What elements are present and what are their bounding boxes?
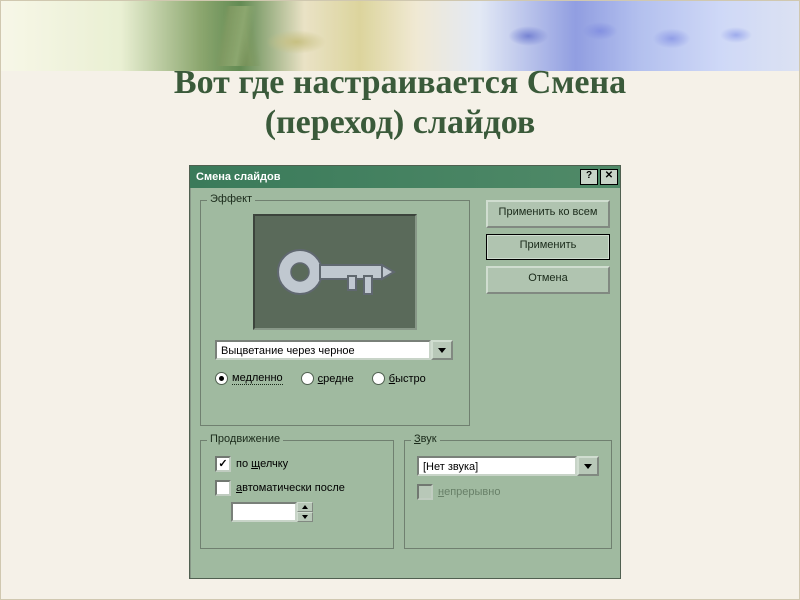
auto-after-label: автоматически после xyxy=(236,482,345,494)
effect-dropdown-value: Выцветание через черное xyxy=(215,340,431,360)
sound-dropdown-value: [Нет звука] xyxy=(417,456,577,476)
chevron-down-icon xyxy=(584,464,592,469)
apply-all-button[interactable]: Применить ко всем xyxy=(486,200,610,228)
effect-group: Эффект Выцветание через черное xyxy=(200,200,470,426)
close-button[interactable]: ✕ xyxy=(600,169,618,185)
on-click-label: по щелчку xyxy=(236,458,288,470)
loop-label: непрерывно xyxy=(438,486,500,498)
sound-dropdown[interactable]: [Нет звука] xyxy=(417,456,599,476)
speed-fast-label: быстро xyxy=(389,373,426,385)
speed-radio-group: медленно средне быстро xyxy=(215,372,455,385)
effect-dropdown[interactable]: Выцветание через черное xyxy=(215,340,453,360)
advance-group-label: Продвижение xyxy=(207,433,283,445)
slide-title-line1: Вот где настраивается Смена xyxy=(1,63,799,103)
effect-preview[interactable] xyxy=(253,214,417,330)
sound-dropdown-button[interactable] xyxy=(577,456,599,476)
radio-icon xyxy=(301,372,314,385)
spin-up-button[interactable] xyxy=(297,502,313,512)
checkbox-icon xyxy=(215,456,231,472)
sound-group: Звук [Нет звука] непрерывно xyxy=(404,440,612,549)
spin-down-button[interactable] xyxy=(297,512,313,522)
speed-medium-radio[interactable]: средне xyxy=(301,372,354,385)
loop-checkbox: непрерывно xyxy=(417,484,500,500)
effect-dropdown-button[interactable] xyxy=(431,340,453,360)
radio-icon xyxy=(372,372,385,385)
dialog-titlebar[interactable]: Смена слайдов ? ✕ xyxy=(190,166,620,188)
slide-title: Вот где настраивается Смена (переход) сл… xyxy=(1,63,799,143)
effect-group-label: Эффект xyxy=(207,193,255,205)
radio-icon xyxy=(215,372,228,385)
dialog-body: Эффект Выцветание через черное xyxy=(190,188,620,578)
slide-decorative-header xyxy=(1,1,799,71)
sound-group-label: Звук xyxy=(411,433,440,445)
on-click-checkbox[interactable]: по щелчку xyxy=(215,456,288,472)
speed-slow-radio[interactable]: медленно xyxy=(215,372,283,385)
speed-slow-label: медленно xyxy=(232,372,283,385)
help-button[interactable]: ? xyxy=(580,169,598,185)
auto-time-input[interactable] xyxy=(231,502,313,522)
dialog-title: Смена слайдов xyxy=(196,171,578,183)
auto-after-checkbox[interactable]: автоматически после xyxy=(215,480,345,496)
chevron-down-icon xyxy=(302,515,308,519)
speed-medium-label: средне xyxy=(318,373,354,385)
time-field[interactable] xyxy=(231,502,297,522)
cancel-button[interactable]: Отмена xyxy=(486,266,610,294)
checkbox-icon xyxy=(215,480,231,496)
chevron-up-icon xyxy=(302,505,308,509)
key-icon xyxy=(270,232,400,312)
checkbox-icon xyxy=(417,484,433,500)
slide-title-line2: (переход) слайдов xyxy=(1,103,799,143)
time-spinner xyxy=(297,502,313,522)
chevron-down-icon xyxy=(438,348,446,353)
slide-transition-dialog: Смена слайдов ? ✕ Эффект Выцветание чере… xyxy=(189,165,621,579)
advance-group: Продвижение по щелчку автоматически посл… xyxy=(200,440,394,549)
speed-fast-radio[interactable]: быстро xyxy=(372,372,426,385)
dialog-button-column: Применить ко всем Применить Отмена xyxy=(486,200,610,294)
apply-button[interactable]: Применить xyxy=(486,234,610,260)
